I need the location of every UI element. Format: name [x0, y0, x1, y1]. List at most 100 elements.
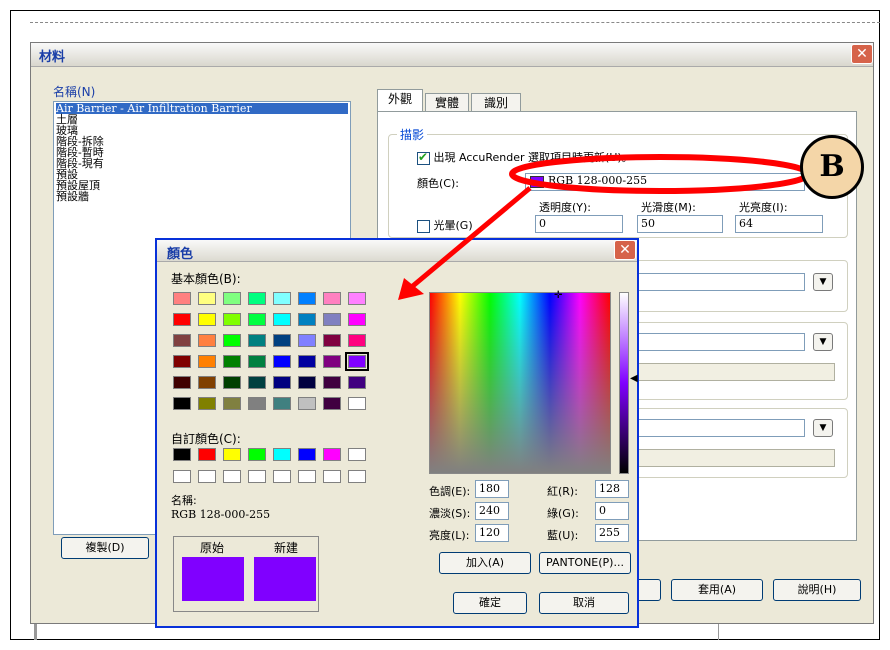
basic-color-swatch[interactable]	[223, 292, 241, 305]
basic-color-swatch[interactable]	[323, 313, 341, 326]
basic-color-swatch[interactable]	[248, 355, 266, 368]
basic-color-swatch[interactable]	[273, 355, 291, 368]
basic-color-swatch[interactable]	[348, 376, 366, 389]
color-spectrum[interactable]: ✛	[429, 291, 611, 474]
basic-color-swatch[interactable]	[298, 313, 316, 326]
basic-color-swatch[interactable]	[198, 313, 216, 326]
basic-color-swatch[interactable]	[223, 313, 241, 326]
basic-color-swatch[interactable]	[248, 376, 266, 389]
dropdown-arrow-icon[interactable]: ▼	[813, 273, 833, 291]
basic-color-swatch[interactable]	[173, 376, 191, 389]
basic-color-swatch[interactable]	[173, 292, 191, 305]
custom-color-swatch[interactable]	[248, 448, 266, 461]
brightness-input[interactable]: 120	[475, 524, 509, 542]
basic-color-swatch[interactable]	[273, 334, 291, 347]
custom-color-swatch[interactable]	[323, 470, 341, 483]
material-list-item[interactable]: 階段-現有	[56, 158, 348, 169]
basic-color-swatch[interactable]	[223, 376, 241, 389]
luminance-slider[interactable]	[619, 292, 629, 474]
basic-color-swatch[interactable]	[173, 355, 191, 368]
dropdown-arrow-icon[interactable]: ▼	[813, 419, 833, 437]
basic-color-swatch[interactable]	[348, 313, 366, 326]
basic-color-swatch[interactable]	[273, 292, 291, 305]
blue-input[interactable]: 255	[595, 524, 629, 542]
basic-color-swatch[interactable]	[248, 292, 266, 305]
basic-color-swatch[interactable]	[173, 397, 191, 410]
basic-color-swatch[interactable]	[323, 292, 341, 305]
custom-color-swatch[interactable]	[348, 470, 366, 483]
basic-color-swatch[interactable]	[198, 376, 216, 389]
luminance-input[interactable]: 64	[735, 215, 823, 233]
basic-color-swatch[interactable]	[198, 355, 216, 368]
add-custom-color-button[interactable]: 加入(A)	[439, 552, 531, 574]
custom-color-swatch[interactable]	[273, 448, 291, 461]
custom-color-swatch[interactable]	[198, 448, 216, 461]
apply-button[interactable]: 套用(A)	[671, 579, 763, 601]
custom-color-swatch[interactable]	[323, 448, 341, 461]
basic-color-swatch[interactable]	[273, 313, 291, 326]
basic-color-swatch[interactable]	[273, 397, 291, 410]
basic-color-swatch[interactable]	[248, 397, 266, 410]
basic-color-swatch[interactable]	[223, 334, 241, 347]
basic-color-swatch[interactable]	[248, 313, 266, 326]
basic-color-swatch[interactable]	[273, 376, 291, 389]
custom-color-swatch[interactable]	[273, 470, 291, 483]
custom-color-swatch[interactable]	[348, 448, 366, 461]
basic-color-swatch[interactable]	[323, 397, 341, 410]
red-input[interactable]: 128	[595, 480, 629, 498]
basic-color-swatch[interactable]	[323, 376, 341, 389]
color-field[interactable]: RGB 128-000-255	[525, 173, 805, 191]
basic-color-swatch[interactable]	[348, 397, 366, 410]
dropdown-arrow-icon[interactable]: ▼	[813, 333, 833, 351]
accurender-checkbox-row[interactable]: 出現 AccuRender 選取項目時更新(U)。	[417, 149, 633, 165]
ok-button[interactable]: 確定	[453, 592, 527, 614]
custom-color-swatch[interactable]	[298, 470, 316, 483]
basic-color-swatch[interactable]	[298, 397, 316, 410]
basic-color-swatch[interactable]	[198, 334, 216, 347]
tab-appearance[interactable]: 外觀	[377, 89, 423, 113]
close-icon[interactable]: ✕	[614, 240, 636, 260]
custom-color-swatch[interactable]	[198, 470, 216, 483]
glow-checkbox[interactable]	[417, 219, 430, 233]
pantone-button[interactable]: PANTONE(P)...	[539, 552, 631, 574]
smoothness-input[interactable]: 50	[637, 215, 723, 233]
green-input[interactable]: 0	[595, 502, 629, 520]
custom-color-swatch[interactable]	[173, 470, 191, 483]
basic-color-swatch[interactable]	[173, 313, 191, 326]
basic-color-swatch[interactable]	[323, 334, 341, 347]
basic-color-swatch[interactable]	[298, 355, 316, 368]
tab-physical[interactable]: 實體	[425, 93, 469, 113]
basic-color-swatch[interactable]	[348, 334, 366, 347]
basic-color-swatch[interactable]	[348, 292, 366, 305]
basic-color-swatch[interactable]	[248, 334, 266, 347]
basic-color-swatch[interactable]	[298, 292, 316, 305]
accurender-checkbox[interactable]	[417, 150, 430, 165]
tab-identity[interactable]: 識別	[471, 93, 521, 113]
basic-color-swatch[interactable]	[298, 376, 316, 389]
custom-color-swatch[interactable]	[223, 448, 241, 461]
custom-color-swatch[interactable]	[223, 470, 241, 483]
material-list-item[interactable]: 預設牆	[56, 191, 348, 202]
custom-color-swatch[interactable]	[173, 448, 191, 461]
basic-color-swatch[interactable]	[345, 352, 369, 371]
basic-color-swatch[interactable]	[323, 355, 341, 368]
transparency-input[interactable]: 0	[535, 215, 623, 233]
glow-checkbox-row[interactable]: 光暈(G)	[417, 217, 473, 233]
cancel-button[interactable]: 取消	[539, 592, 629, 614]
basic-color-swatch[interactable]	[173, 334, 191, 347]
close-icon[interactable]: ✕	[851, 44, 873, 64]
copy-button[interactable]: 複製(D)	[61, 537, 149, 559]
custom-color-swatch[interactable]	[298, 448, 316, 461]
help-button[interactable]: 說明(H)	[773, 579, 861, 601]
custom-color-swatch[interactable]	[248, 470, 266, 483]
basic-color-swatch[interactable]	[223, 397, 241, 410]
basic-color-swatch[interactable]	[198, 397, 216, 410]
luminance-arrow-icon[interactable]: ◀	[630, 374, 638, 384]
material-list-item[interactable]: Air Barrier - Air Infiltration Barrier	[56, 103, 348, 114]
basic-color-swatch[interactable]	[298, 334, 316, 347]
basic-color-swatch[interactable]	[198, 292, 216, 305]
material-list-item[interactable]: 預設屋頂	[56, 180, 348, 191]
hue-input[interactable]: 180	[475, 480, 509, 498]
basic-color-swatch[interactable]	[223, 355, 241, 368]
saturation-input[interactable]: 240	[475, 502, 509, 520]
